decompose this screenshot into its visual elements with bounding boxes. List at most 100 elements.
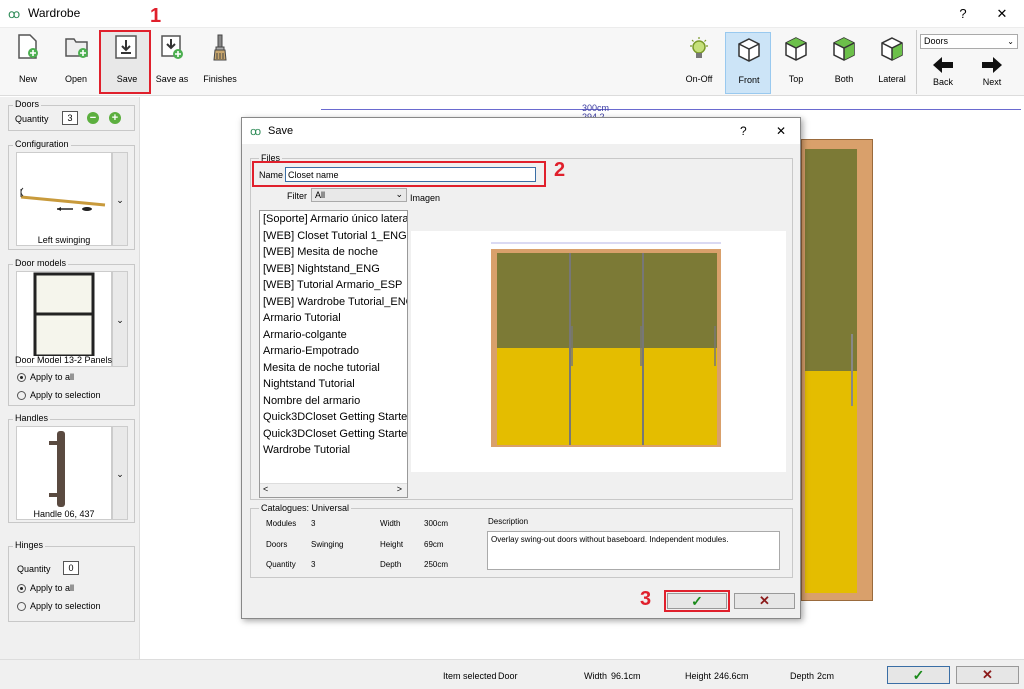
doors-group: Doors Quantity 3 − + [8, 99, 135, 131]
status-width-label: Width [584, 671, 608, 681]
file-list-item[interactable]: Armario-colgante [260, 327, 407, 344]
step-marker-3: 3 [640, 588, 652, 610]
file-list-item[interactable]: Nightstand Tutorial [260, 376, 407, 393]
discard-button[interactable]: ✕ [956, 666, 1019, 684]
horizontal-scrollbar[interactable]: < > [260, 483, 407, 497]
item-selected-value: Door [498, 671, 518, 681]
doors-group-title: Doors [13, 99, 42, 109]
file-list-item[interactable]: [WEB] Nightstand_ENG [260, 261, 407, 278]
both-view-button[interactable]: Both [821, 32, 867, 94]
window-title: Wardrobe [28, 6, 81, 20]
help-button[interactable]: ? [956, 6, 970, 22]
file-list-item[interactable]: Wardrobe Tutorial [260, 442, 407, 459]
filter-select[interactable]: All ⌄ [311, 188, 407, 202]
file-list-item[interactable]: Quick3DCloset Getting Started [260, 426, 407, 443]
chevron-down-icon: ⌄ [1007, 37, 1014, 46]
minus-circle-icon[interactable]: − [87, 112, 99, 124]
dialog-title: Save [268, 125, 294, 137]
lateral-label: Lateral [878, 74, 906, 84]
wardrobe-upper-panel[interactable] [805, 149, 857, 371]
configuration-group: Configuration Left swinging ⌄ [8, 139, 135, 250]
door-model-preview[interactable]: Door Model 13-2 Panels [15, 271, 113, 367]
file-list-item[interactable]: Armario-Empotrado [260, 343, 407, 360]
new-button[interactable]: New [4, 32, 52, 94]
quantity-value: 3 [311, 560, 316, 569]
front-view-button[interactable]: Front [725, 32, 771, 94]
toolbar-divider [916, 30, 917, 94]
doors-quantity-field[interactable]: 3 [62, 111, 78, 125]
file-list-item[interactable]: [Soporte] Armario único lateral [260, 211, 407, 228]
apply-all-radio[interactable]: Apply to all [17, 372, 75, 383]
lateral-cube-icon [881, 37, 903, 61]
chevron-down-icon[interactable]: ⌄ [112, 271, 128, 367]
apply-button[interactable]: ✓ [887, 666, 950, 684]
doors-value: Swinging [311, 540, 344, 549]
file-list[interactable]: [Soporte] Armario único lateral [WEB] Clo… [259, 210, 408, 498]
scroll-left-icon[interactable]: < [263, 484, 268, 494]
lightbulb-icon [690, 37, 708, 58]
chevron-down-icon: ⌄ [395, 189, 403, 199]
close-window-button[interactable]: ✕ [994, 6, 1010, 22]
wardrobe-thumbnail [491, 242, 721, 447]
hinges-apply-all-radio[interactable]: Apply to all [17, 583, 74, 594]
file-list-item[interactable]: [WEB] Tutorial Armario_ESP [260, 277, 407, 294]
apply-all-label: Apply to all [30, 372, 75, 382]
hinges-group-title: Hinges [13, 540, 46, 550]
back-button[interactable]: Back [928, 56, 958, 87]
height-value: 69cm [424, 540, 444, 549]
hinges-apply-selection-radio[interactable]: Apply to selection [17, 601, 101, 612]
save-button[interactable]: Save [99, 30, 151, 94]
radio-selected-icon [17, 584, 26, 594]
chevron-down-icon[interactable]: ⌄ [112, 152, 128, 246]
file-list-item[interactable]: Mesita de noche tutorial [260, 360, 407, 377]
status-depth-value: 2cm [817, 671, 835, 681]
open-folder-icon [65, 38, 88, 58]
radio-icon [17, 391, 26, 401]
dialog-close-button[interactable]: ✕ [776, 124, 786, 138]
hinges-quantity-field[interactable]: 0 [63, 561, 79, 575]
chevron-down-icon[interactable]: ⌄ [112, 426, 128, 520]
lateral-view-button[interactable]: Lateral [869, 32, 915, 94]
status-height-value: 246.6cm [714, 671, 749, 681]
status-bar: Item selected Door Width 96.1cm Height 2… [0, 659, 1024, 689]
door-model-caption: Door Model 13-2 Panels [15, 355, 113, 365]
configuration-preview[interactable]: Left swinging [16, 152, 112, 246]
depth-label: Depth [380, 560, 402, 569]
description-field[interactable]: Overlay swing-out doors without baseboar… [487, 531, 780, 570]
save-icon [115, 35, 137, 59]
file-list-item[interactable]: Quick3DCloset Getting Started [260, 409, 407, 426]
description-label: Description [488, 517, 529, 526]
door-model-image [33, 272, 95, 358]
finishes-button[interactable]: Finishes [196, 32, 244, 94]
step-marker-2: 2 [554, 159, 566, 181]
doors-label: Doors [266, 540, 288, 549]
on-off-button[interactable]: On-Off [676, 32, 722, 94]
save-as-button[interactable]: Save as [148, 32, 196, 94]
wardrobe-lower-panel[interactable] [805, 371, 857, 593]
doors-quantity-label: Quantity [15, 114, 49, 124]
new-file-icon [18, 34, 38, 59]
handle-preview[interactable]: Handle 06, 437 [16, 426, 112, 520]
scroll-right-icon[interactable]: > [397, 484, 402, 494]
front-cube-icon [738, 38, 760, 62]
status-depth-label: Depth [790, 671, 815, 681]
plus-circle-icon[interactable]: + [109, 112, 121, 124]
cancel-save-button[interactable]: ✕ [734, 593, 795, 609]
file-list-item[interactable]: Armario Tutorial [260, 310, 407, 327]
dialog-help-button[interactable]: ? [740, 124, 747, 138]
apply-selection-radio[interactable]: Apply to selection [17, 390, 101, 401]
file-list-item[interactable]: Nombre del armario [260, 393, 407, 410]
open-button[interactable]: Open [52, 32, 100, 94]
file-list-item[interactable]: [WEB] Mesita de noche [260, 244, 407, 261]
apply-selection-label: Apply to selection [30, 390, 101, 400]
cross-icon: ✕ [982, 667, 993, 682]
app-logo-icon: ꝏ [8, 7, 21, 21]
file-list-item[interactable]: [WEB] Wardrobe Tutorial_ENG [260, 294, 407, 311]
quantity-label: Quantity [266, 560, 296, 569]
next-button[interactable]: Next [977, 56, 1007, 87]
top-view-button[interactable]: Top [773, 32, 819, 94]
category-select[interactable]: Doors ⌄ [920, 34, 1018, 49]
file-list-item[interactable]: [WEB] Closet Tutorial 1_ENG [260, 228, 407, 245]
handle-image [49, 431, 65, 507]
hinges-apply-selection-label: Apply to selection [30, 601, 101, 611]
